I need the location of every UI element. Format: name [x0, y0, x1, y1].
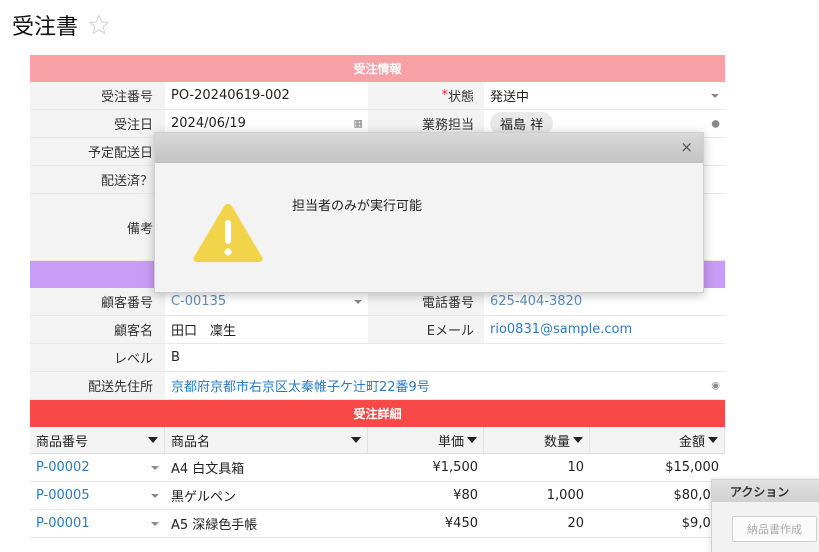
section-header-details: 受注詳細	[30, 400, 725, 427]
product-name-cell: 黒ゲルペン	[171, 490, 237, 505]
sort-down-icon[interactable]	[708, 437, 718, 443]
chevron-down-icon	[354, 299, 362, 304]
row-order-no: 受注番号 PO-20240619-002 * 状態 発送中	[30, 82, 725, 110]
qty-cell[interactable]: 1,000	[484, 482, 590, 509]
column-header-code[interactable]: 商品番号	[30, 427, 165, 453]
email-label: Eメール	[368, 316, 484, 343]
create-delivery-note-button[interactable]: 納品書作成	[732, 516, 817, 542]
qty-cell[interactable]: 10	[484, 454, 590, 481]
column-header-price[interactable]: 単価	[368, 427, 484, 453]
sort-down-icon[interactable]	[467, 437, 477, 443]
table-row[interactable]: P-00002 A4 白文具箱 ¥1,500 10 $15,000	[30, 454, 725, 482]
chevron-down-icon	[711, 93, 719, 98]
order-date-value: 2024/06/19	[171, 116, 246, 131]
customer-name-label: 顧客名	[30, 316, 165, 343]
phone-link[interactable]: 625-404-3820	[490, 294, 582, 309]
order-no-field[interactable]: PO-20240619-002	[165, 82, 368, 109]
address-link[interactable]: 京都府京都市右京区太秦帷子ケ辻町22番9号	[171, 376, 430, 395]
email-link[interactable]: rio0831@sample.com	[490, 322, 632, 337]
title-bar: 受注書	[12, 8, 110, 42]
amount-cell: $15,000	[665, 460, 719, 475]
product-code-link[interactable]: P-00002	[36, 460, 90, 475]
customer-no-label: 顧客番号	[30, 288, 165, 315]
order-sheet: 受注情報 受注番号 PO-20240619-002 * 状態 発送中 受注日 20…	[30, 55, 725, 538]
chevron-down-icon[interactable]	[151, 465, 159, 470]
row-customer-name: 顧客名 田口 凜生 Eメール rio0831@sample.com	[30, 316, 725, 344]
email-field[interactable]: rio0831@sample.com	[484, 316, 725, 343]
table-row[interactable]: P-00001 A5 深緑色手帳 ¥450 20 $9,00	[30, 510, 725, 538]
table-row[interactable]: P-00005 黒ゲルペン ¥80 1,000 $80,00	[30, 482, 725, 510]
row-address: 配送先住所 京都府京都市右京区太秦帷子ケ辻町22番9号 ◉	[30, 372, 725, 400]
map-pin-icon[interactable]: ◉	[711, 380, 720, 391]
page-title: 受注書	[12, 15, 79, 40]
price-cell: ¥1,500	[432, 460, 479, 475]
qty-cell[interactable]: 20	[484, 510, 590, 537]
calendar-icon[interactable]: ▦	[354, 118, 363, 129]
status-value: 発送中	[490, 90, 530, 105]
level-value: B	[171, 350, 180, 365]
column-header-amount[interactable]: 金額	[590, 427, 725, 453]
address-label: 配送先住所	[30, 372, 165, 399]
chevron-down-icon[interactable]	[151, 493, 159, 498]
details-table-header: 商品番号 商品名 単価 数量 金額	[30, 427, 725, 454]
column-header-name[interactable]: 商品名	[165, 427, 368, 453]
amount-cell: $80,00	[673, 488, 720, 503]
row-level: レベル B	[30, 344, 725, 372]
section-header-order-info: 受注情報	[30, 55, 725, 82]
customer-no-link[interactable]: C-00135	[171, 294, 226, 309]
customer-name-field[interactable]: 田口 凜生	[165, 316, 368, 343]
level-label: レベル	[30, 344, 165, 371]
customer-name-value: 田口 凜生	[171, 324, 237, 339]
status-label: * 状態	[368, 82, 484, 109]
sort-down-icon[interactable]	[351, 437, 361, 443]
price-cell: ¥450	[444, 516, 478, 531]
dialog-header: ×	[155, 133, 703, 163]
sort-down-icon[interactable]	[573, 437, 583, 443]
column-header-qty[interactable]: 数量	[484, 427, 590, 453]
shipped-label: 配送済？	[30, 166, 165, 193]
user-icon[interactable]: ●	[711, 118, 720, 129]
favorite-star-icon[interactable]	[88, 14, 110, 36]
level-field[interactable]: B	[165, 344, 368, 371]
planned-ship-label: 予定配送日	[30, 138, 165, 165]
remarks-label: 備考	[30, 194, 165, 260]
product-code-link[interactable]: P-00005	[36, 488, 90, 503]
price-cell: ¥80	[453, 488, 478, 503]
product-code-link[interactable]: P-00001	[36, 516, 90, 531]
product-name-cell: A5 深緑色手帳	[171, 518, 258, 533]
order-date-label: 受注日	[30, 110, 165, 137]
amount-cell: $9,00	[681, 516, 719, 531]
order-no-value: PO-20240619-002	[171, 88, 290, 103]
dialog-message: 担当者のみが実行可能	[292, 199, 423, 214]
product-name-cell: A4 白文具箱	[171, 462, 245, 477]
sort-down-icon[interactable]	[148, 437, 158, 443]
warning-dialog: × 担当者のみが実行可能	[154, 132, 704, 293]
chevron-down-icon[interactable]	[151, 521, 159, 526]
order-no-label: 受注番号	[30, 82, 165, 109]
warning-triangle-icon	[193, 204, 263, 262]
action-panel: アクション 納品書作成	[711, 479, 819, 552]
status-select[interactable]: 発送中	[484, 82, 725, 109]
action-panel-title: アクション	[712, 480, 819, 502]
status-label-text: 状態	[447, 90, 474, 105]
close-icon[interactable]: ×	[680, 139, 693, 155]
address-field[interactable]: 京都府京都市右京区太秦帷子ケ辻町22番9号 ◉	[165, 372, 725, 399]
